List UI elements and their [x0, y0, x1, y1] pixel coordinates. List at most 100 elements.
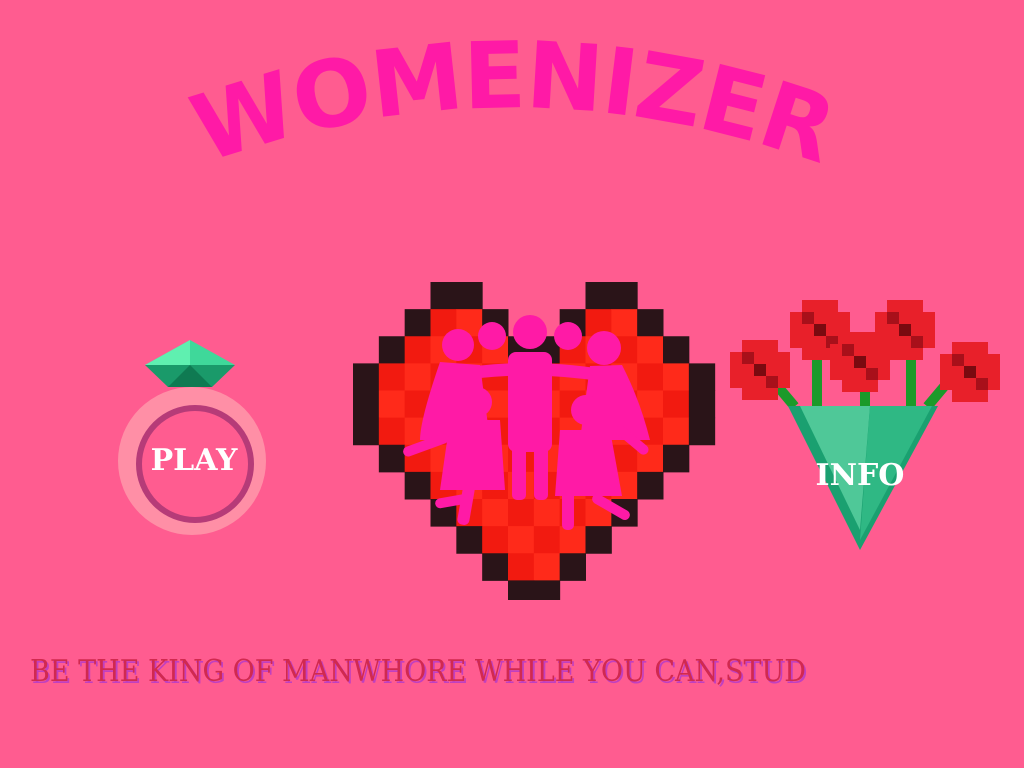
- heart-pixel: [482, 526, 509, 554]
- rose-pixel: [887, 324, 899, 336]
- heart-pixel: [508, 553, 535, 581]
- heart-pixel: [637, 309, 664, 337]
- heart-pixel: [378, 390, 406, 419]
- rose-pixel: [899, 324, 911, 336]
- rose-pixel: [923, 336, 935, 348]
- heart-pixel: [663, 336, 690, 364]
- rose-pixel: [778, 352, 790, 364]
- title-text: WOMENIZER: [180, 22, 848, 184]
- rose-pixel: [899, 336, 911, 348]
- info-button[interactable]: INFO: [790, 458, 930, 493]
- heart-pixel: [508, 580, 535, 600]
- heart-pixel: [482, 499, 509, 527]
- heart-pixel: [404, 363, 431, 391]
- heart-pixel: [637, 363, 664, 391]
- rose-pixel: [866, 332, 878, 344]
- rose-pixel: [730, 364, 742, 376]
- rose-pixel: [842, 332, 854, 344]
- heart-pixel: [663, 390, 690, 419]
- rose-pixel: [988, 366, 1000, 378]
- heart-pixel: [663, 363, 690, 391]
- rose-pixel: [854, 380, 866, 392]
- rose-pixel: [952, 366, 964, 378]
- rose-pixel: [766, 340, 778, 352]
- rose-pixel: [911, 348, 923, 360]
- heart-pixel: [456, 526, 483, 554]
- rose-pixel: [875, 312, 887, 324]
- heart-pixel: [533, 499, 561, 527]
- rose-pixel: [899, 300, 911, 312]
- rose-pixel: [866, 368, 878, 380]
- rose-pixel: [923, 312, 935, 324]
- rose-pixel: [766, 376, 778, 388]
- rose-pixel: [940, 354, 952, 366]
- rose-pixel: [964, 366, 976, 378]
- rose-pixel: [976, 342, 988, 354]
- pixel-heart-icon: [353, 282, 716, 600]
- rose-pixel: [899, 348, 911, 360]
- heart-pixel: [533, 553, 561, 581]
- heart-pixel: [353, 390, 380, 419]
- heart-pixel: [508, 499, 535, 527]
- heart-pixel: [611, 282, 638, 310]
- heart-pixel: [559, 553, 586, 581]
- rose-pixel: [911, 300, 923, 312]
- rose-pixel: [854, 356, 866, 368]
- play-button[interactable]: PLAY: [118, 387, 270, 539]
- rose-pixel: [940, 378, 952, 390]
- rose-pixel: [952, 390, 964, 402]
- rose-pixel: [923, 324, 935, 336]
- rose-bouquet-icon[interactable]: [720, 300, 1010, 560]
- rose-pixel: [778, 376, 790, 388]
- rose-pixel: [878, 356, 890, 368]
- rose-pixel: [976, 378, 988, 390]
- rose-pixel: [830, 368, 842, 380]
- rose-pixel: [814, 336, 826, 348]
- rose-pixel: [742, 388, 754, 400]
- heart-pixel: [559, 526, 586, 554]
- rose-pixel: [742, 340, 754, 352]
- heart-pixel: [378, 363, 406, 391]
- rose-pixel: [742, 376, 754, 388]
- rose-pixel: [911, 324, 923, 336]
- rose-pixel: [911, 336, 923, 348]
- rose-pixel: [866, 356, 878, 368]
- rose-pixel: [878, 344, 890, 356]
- rose-pixel: [754, 364, 766, 376]
- rose-pixel: [754, 376, 766, 388]
- rose-pixel: [964, 342, 976, 354]
- rose-pixel: [854, 332, 866, 344]
- rose-pixel: [742, 364, 754, 376]
- rose-pixel: [790, 312, 802, 324]
- heart-pixel: [404, 309, 431, 337]
- rose-pixel: [940, 366, 952, 378]
- rose-pixel: [814, 300, 826, 312]
- rose-pixel: [830, 356, 842, 368]
- emerald-gem-icon: [145, 340, 235, 387]
- rose-pixel: [826, 300, 838, 312]
- heart-pixel: [378, 336, 406, 364]
- play-label: PLAY: [150, 443, 238, 478]
- rose-pixel: [766, 388, 778, 400]
- rose-pixel: [964, 354, 976, 366]
- rose-pixel: [854, 368, 866, 380]
- rose-pixel: [842, 380, 854, 392]
- heart-pixel: [663, 444, 690, 473]
- rose-pixel: [911, 312, 923, 324]
- rose-pixel: [802, 324, 814, 336]
- rose-pixel: [976, 366, 988, 378]
- rose-pixel: [814, 312, 826, 324]
- heart-pixel: [378, 417, 406, 446]
- rose-pixel: [830, 344, 842, 356]
- heart-pixel: [404, 471, 431, 500]
- rose-pixel: [814, 324, 826, 336]
- rose-pixel: [842, 344, 854, 356]
- rose-pixel: [952, 378, 964, 390]
- heart-pixel: [585, 282, 612, 310]
- rose-pixel: [988, 354, 1000, 366]
- rose-pixel: [952, 342, 964, 354]
- heart-pixel: [353, 417, 380, 446]
- rose-pixel: [866, 380, 878, 392]
- rose-pixel: [754, 388, 766, 400]
- rose-pixel: [826, 324, 838, 336]
